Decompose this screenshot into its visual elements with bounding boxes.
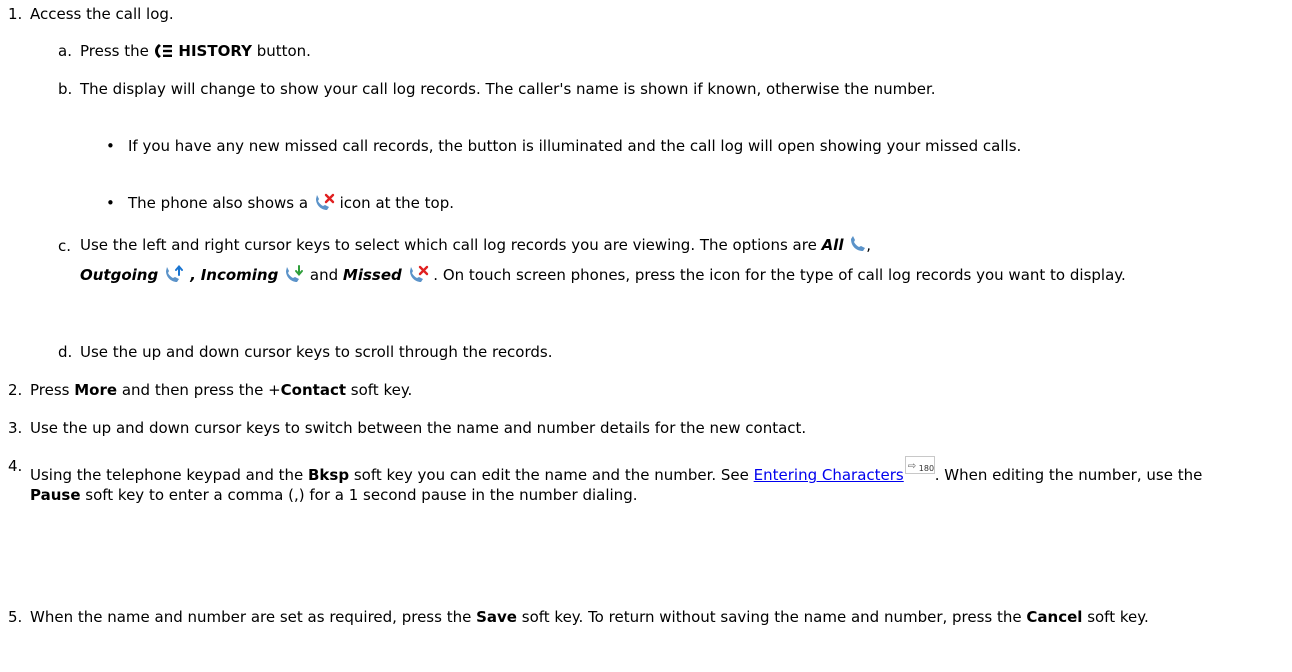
option-incoming: Incoming (200, 266, 279, 284)
text-segment: soft key. To return without saving the n… (516, 608, 1027, 626)
text-segment: button. (251, 42, 311, 60)
text-segment: soft key. (346, 381, 413, 399)
step-text: Use the up and down cursor keys to switc… (30, 419, 807, 437)
option-missed: Missed (342, 266, 402, 284)
page-reference-icon[interactable]: ⇨ 180 (904, 456, 935, 474)
text-segment: The phone also shows a (128, 194, 313, 212)
text-segment: . On touch screen phones, press the icon… (428, 266, 1126, 284)
text-segment: When the name and number are set as requ… (30, 608, 477, 626)
outgoing-call-icon (163, 264, 185, 292)
incoming-call-icon (283, 265, 305, 292)
bullet-text: If you have any new missed call records,… (128, 137, 1022, 155)
option-all: All (821, 236, 844, 254)
text-segment: Use the left and right cursor keys to se… (80, 236, 822, 254)
step-text: Press the HISTORY button. (80, 41, 1260, 64)
text-segment: icon at the top. (334, 194, 455, 212)
more-key-label: More (74, 381, 118, 399)
bullet-text: The phone also shows a icon at the top. (128, 193, 1240, 216)
contact-key-label: Contact (280, 381, 347, 399)
step-text: When the name and number are set as requ… (30, 607, 1240, 627)
entering-characters-link[interactable]: Entering Characters (754, 466, 904, 484)
reference-arrow: ⇨ (907, 461, 917, 472)
text-segment: Press (30, 381, 75, 399)
step-text: Press More and then press the +Contact s… (30, 380, 1260, 400)
text-segment: and (305, 266, 343, 284)
text-segment: , (184, 266, 196, 284)
missed-call-icon (407, 265, 429, 292)
step-text: The display will change to show your cal… (80, 80, 936, 98)
text-segment: . When editing the number, use the (934, 466, 1203, 484)
option-outgoing: Outgoing (80, 266, 159, 284)
step-text: Access the call log. (30, 5, 174, 23)
instruction-document: 1. Access the call log. a. Press the HIS… (0, 0, 1292, 672)
text-segment: , (866, 236, 872, 254)
missed-call-icon (313, 193, 335, 216)
history-icon (154, 43, 174, 64)
text-segment: soft key. (1082, 608, 1149, 626)
text-segment: Press the (80, 42, 154, 60)
bksp-key-label: Bksp (308, 466, 350, 484)
pause-key-label: Pause (30, 486, 81, 504)
step-text: Use the up and down cursor keys to scrol… (80, 343, 553, 361)
step-text: Using the telephone keypad and the Bksp … (30, 456, 1250, 505)
step-text: Use the left and right cursor keys to se… (80, 232, 1240, 292)
reference-page-number: 180 (918, 464, 935, 473)
text-segment: soft key to enter a comma (,) for a 1 se… (80, 486, 638, 504)
cancel-key-label: Cancel (1026, 608, 1083, 626)
text-segment: soft key you can edit the name and the n… (349, 466, 754, 484)
text-segment: and then press the + (117, 381, 281, 399)
text-segment: Using the telephone keypad and the (30, 466, 308, 484)
save-key-label: Save (476, 608, 517, 626)
history-button-label: HISTORY (178, 42, 252, 60)
all-calls-phone-icon (848, 235, 866, 262)
